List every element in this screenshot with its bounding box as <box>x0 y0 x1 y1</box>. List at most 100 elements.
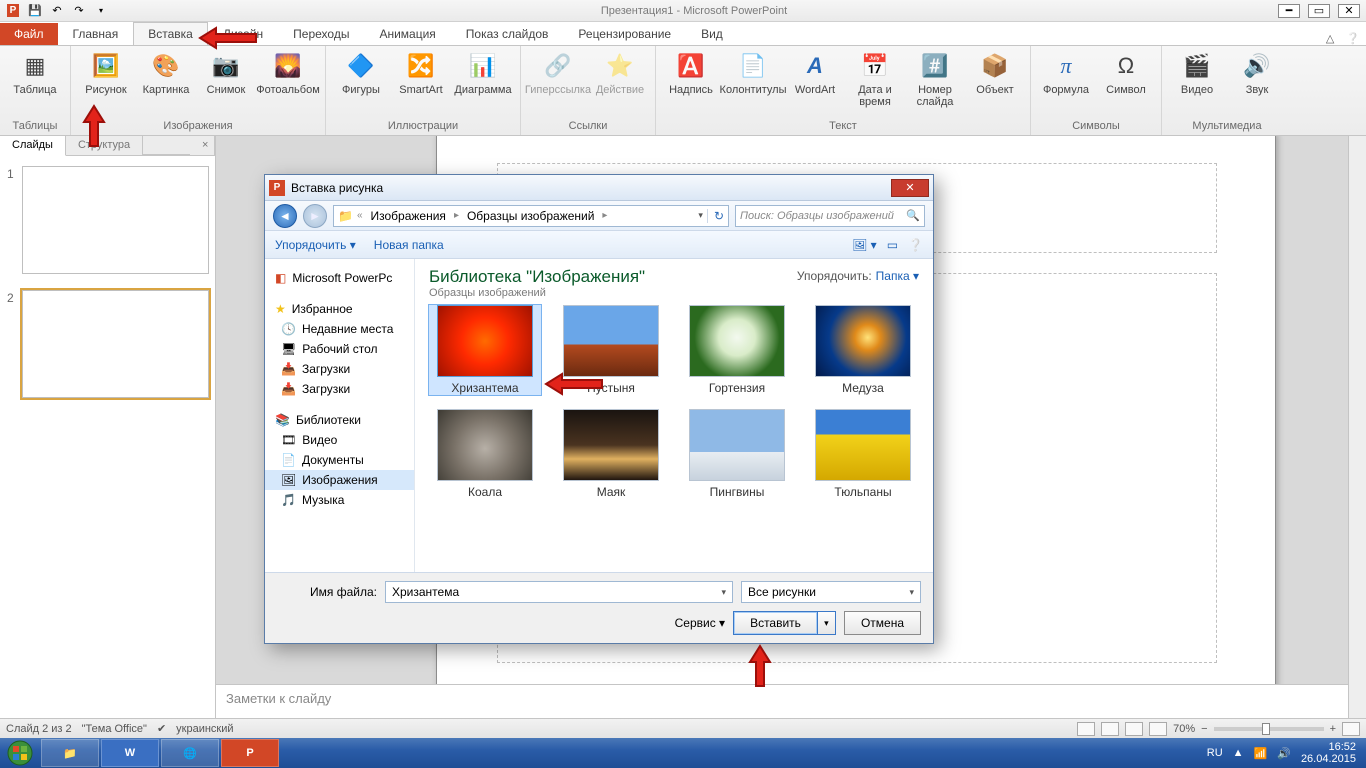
save-icon[interactable]: 💾 <box>26 2 44 20</box>
tile-desert[interactable]: Пустыня <box>555 305 667 395</box>
zoom-out-button[interactable]: − <box>1201 723 1207 735</box>
tree-libraries[interactable]: 📚Библиотеки <box>265 407 414 430</box>
view-mode-button[interactable]: 🖼 ▾ <box>852 238 877 252</box>
tree-images[interactable]: 🖼Изображения <box>265 470 414 490</box>
tab-view[interactable]: Вид <box>686 22 738 45</box>
tree-music[interactable]: 🎵Музыка <box>265 490 414 510</box>
tile-jellyfish[interactable]: Медуза <box>807 305 919 395</box>
preview-pane-button[interactable]: ▭ <box>887 238 898 252</box>
tab-home[interactable]: Главная <box>58 22 134 45</box>
redo-icon[interactable]: ↷ <box>70 2 88 20</box>
tile-tulips[interactable]: Тюльпаны <box>807 409 919 499</box>
help-icon[interactable]: ❔ <box>1340 32 1366 45</box>
slidenumber-button[interactable]: #️⃣Номер слайда <box>908 50 962 118</box>
fit-to-window-button[interactable] <box>1342 722 1360 736</box>
table-button[interactable]: ▦Таблица <box>8 50 62 118</box>
tray-flag-icon[interactable]: ▲ <box>1233 747 1244 759</box>
view-reading-button[interactable] <box>1125 722 1143 736</box>
crumb-images[interactable]: Изображения <box>367 209 450 223</box>
tree-downloads2[interactable]: 📥Загрузки <box>265 379 414 399</box>
tile-chrysanthemum[interactable]: Хризантема <box>429 305 541 395</box>
tile-penguins[interactable]: Пингвины <box>681 409 793 499</box>
insert-button-dropdown[interactable]: ▾ <box>818 611 836 635</box>
nav-back-button[interactable]: ◄ <box>273 204 297 228</box>
insert-button[interactable]: Вставить <box>733 611 818 635</box>
object-button[interactable]: 📦Объект <box>968 50 1022 118</box>
tray-clock[interactable]: 16:52 26.04.2015 <box>1301 741 1356 765</box>
tree-documents[interactable]: 📄Документы <box>265 450 414 470</box>
qat-dropdown-icon[interactable]: ▾ <box>92 2 110 20</box>
notes-pane[interactable]: Заметки к слайду <box>216 684 1348 718</box>
smartart-button[interactable]: 🔀SmartArt <box>394 50 448 118</box>
picture-button[interactable]: 🖼️Рисунок <box>79 50 133 118</box>
filename-field[interactable]: Хризантема▾ <box>385 581 733 603</box>
organize-button[interactable]: Упорядочить ▾ <box>275 238 356 252</box>
tab-design[interactable]: Дизайн <box>208 22 278 45</box>
chart-button[interactable]: 📊Диаграмма <box>454 50 512 118</box>
crumb-samples[interactable]: Образцы изображений <box>463 209 598 223</box>
clipart-button[interactable]: 🎨Картинка <box>139 50 193 118</box>
headerfooter-button[interactable]: 📄Колонтитулы <box>724 50 782 118</box>
tree-desktop[interactable]: 🖥Рабочий стол <box>265 339 414 359</box>
datetime-button[interactable]: 📅Дата и время <box>848 50 902 118</box>
refresh-icon[interactable]: ↻ <box>707 209 724 223</box>
zoom-level[interactable]: 70% <box>1173 723 1195 735</box>
equation-button[interactable]: πФормула <box>1039 50 1093 118</box>
tile-hydrangeas[interactable]: Гортензия <box>681 305 793 395</box>
task-word[interactable]: W <box>101 739 159 767</box>
sort-by-dropdown[interactable]: Папка ▾ <box>876 269 919 283</box>
search-input[interactable]: Поиск: Образцы изображений 🔍 <box>735 205 925 227</box>
zoom-in-button[interactable]: + <box>1330 723 1336 735</box>
tree-favorites[interactable]: ★Избранное <box>265 296 414 319</box>
slide-thumb-2[interactable]: 2 <box>22 290 209 398</box>
navtab-slides[interactable]: Слайды <box>0 136 66 156</box>
tab-transitions[interactable]: Переходы <box>278 22 364 45</box>
filetype-filter[interactable]: Все рисунки▾ <box>741 581 921 603</box>
task-chrome[interactable]: 🌐 <box>161 739 219 767</box>
cancel-button[interactable]: Отмена <box>844 611 921 635</box>
newfolder-button[interactable]: Новая папка <box>374 238 444 252</box>
app-icon[interactable]: P <box>4 2 22 20</box>
screenshot-button[interactable]: 📷Снимок <box>199 50 253 118</box>
tab-file[interactable]: Файл <box>0 23 58 45</box>
tree-downloads[interactable]: 📥Загрузки <box>265 359 414 379</box>
spellcheck-icon[interactable]: ✔ <box>157 722 166 735</box>
tab-animation[interactable]: Анимация <box>364 22 450 45</box>
photoalbum-button[interactable]: 🌄Фотоальбом <box>259 50 317 118</box>
maximize-button[interactable]: ▭ <box>1308 4 1330 18</box>
undo-icon[interactable]: ↶ <box>48 2 66 20</box>
ribbon-minimize-icon[interactable]: △ <box>1320 32 1340 45</box>
task-explorer[interactable]: 📁 <box>41 739 99 767</box>
tree-powerpoint[interactable]: ◧Microsoft PowerPc <box>265 265 414 288</box>
slide-thumb-1[interactable]: 1 <box>22 166 209 274</box>
tray-volume-icon[interactable]: 🔊 <box>1277 747 1291 760</box>
tile-koala[interactable]: Коала <box>429 409 541 499</box>
task-powerpoint[interactable]: P <box>221 739 279 767</box>
dialog-help-icon[interactable]: ❔ <box>908 238 923 252</box>
tile-lighthouse[interactable]: Маяк <box>555 409 667 499</box>
audio-button[interactable]: 🔊Звук <box>1230 50 1284 118</box>
zoom-slider[interactable] <box>1214 727 1324 731</box>
tree-recent[interactable]: 🕓Недавние места <box>265 319 414 339</box>
navpanel-close-icon[interactable]: × <box>190 136 215 156</box>
dialog-titlebar[interactable]: P Вставка рисунка ✕ <box>265 175 933 201</box>
start-button[interactable] <box>0 738 40 768</box>
view-slideshow-button[interactable] <box>1149 722 1167 736</box>
video-button[interactable]: 🎬Видео <box>1170 50 1224 118</box>
tray-lang[interactable]: RU <box>1207 747 1223 759</box>
address-field[interactable]: 📁 « Изображения ▸ Образцы изображений ▸ … <box>333 205 729 227</box>
view-normal-button[interactable] <box>1077 722 1095 736</box>
tab-slideshow[interactable]: Показ слайдов <box>451 22 564 45</box>
tree-video[interactable]: 🎞Видео <box>265 430 414 450</box>
dialog-close-button[interactable]: ✕ <box>891 179 929 197</box>
tray-network-icon[interactable]: 📶 <box>1254 747 1268 760</box>
symbol-button[interactable]: ΩСимвол <box>1099 50 1153 118</box>
close-button[interactable]: ✕ <box>1338 4 1360 18</box>
navtab-outline[interactable]: Структура <box>66 136 143 156</box>
textbox-button[interactable]: 🅰️Надпись <box>664 50 718 118</box>
wordart-button[interactable]: AWordArt <box>788 50 842 118</box>
language-indicator[interactable]: украинский <box>176 723 233 735</box>
tab-insert[interactable]: Вставка <box>133 22 208 45</box>
view-sorter-button[interactable] <box>1101 722 1119 736</box>
vertical-scrollbar[interactable] <box>1348 136 1366 718</box>
